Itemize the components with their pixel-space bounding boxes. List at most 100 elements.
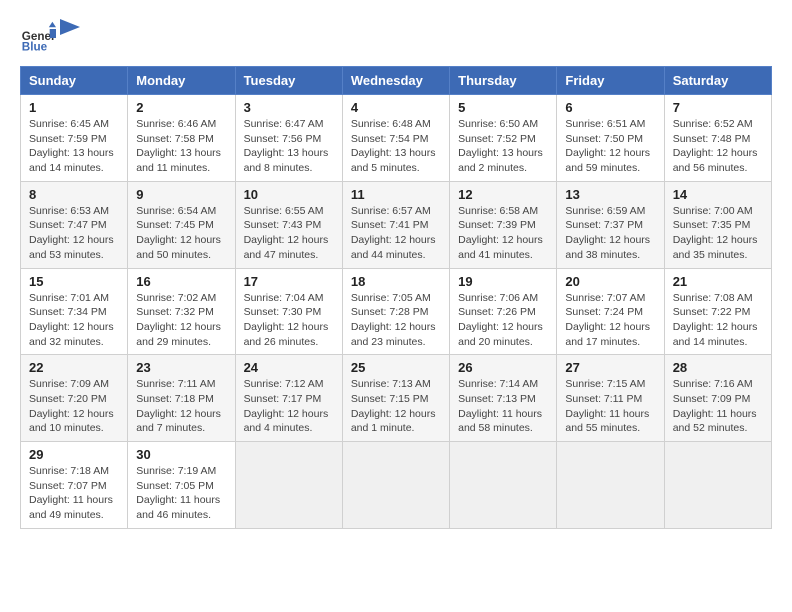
calendar-week-4: 22 Sunrise: 7:09 AM Sunset: 7:20 PM Dayl… [21,355,772,442]
day-number: 16 [136,274,226,289]
day-number: 8 [29,187,119,202]
calendar-cell: 15 Sunrise: 7:01 AM Sunset: 7:34 PM Dayl… [21,268,128,355]
day-info: Sunrise: 6:52 AM Sunset: 7:48 PM Dayligh… [673,117,763,176]
calendar-cell: 21 Sunrise: 7:08 AM Sunset: 7:22 PM Dayl… [664,268,771,355]
day-number: 28 [673,360,763,375]
day-number: 10 [244,187,334,202]
calendar-cell: 8 Sunrise: 6:53 AM Sunset: 7:47 PM Dayli… [21,181,128,268]
day-info: Sunrise: 6:57 AM Sunset: 7:41 PM Dayligh… [351,204,441,263]
calendar-cell: 7 Sunrise: 6:52 AM Sunset: 7:48 PM Dayli… [664,95,771,182]
day-info: Sunrise: 7:19 AM Sunset: 7:05 PM Dayligh… [136,464,226,523]
calendar-cell: 20 Sunrise: 7:07 AM Sunset: 7:24 PM Dayl… [557,268,664,355]
day-number: 25 [351,360,441,375]
day-info: Sunrise: 6:54 AM Sunset: 7:45 PM Dayligh… [136,204,226,263]
calendar-header-tuesday: Tuesday [235,67,342,95]
day-number: 17 [244,274,334,289]
calendar-cell [557,442,664,529]
day-info: Sunrise: 7:18 AM Sunset: 7:07 PM Dayligh… [29,464,119,523]
day-info: Sunrise: 7:16 AM Sunset: 7:09 PM Dayligh… [673,377,763,436]
day-number: 15 [29,274,119,289]
calendar-cell: 2 Sunrise: 6:46 AM Sunset: 7:58 PM Dayli… [128,95,235,182]
day-number: 24 [244,360,334,375]
day-info: Sunrise: 7:11 AM Sunset: 7:18 PM Dayligh… [136,377,226,436]
day-number: 6 [565,100,655,115]
logo: General Blue [20,20,80,56]
calendar-header-row: SundayMondayTuesdayWednesdayThursdayFrid… [21,67,772,95]
day-info: Sunrise: 7:07 AM Sunset: 7:24 PM Dayligh… [565,291,655,350]
calendar-week-1: 1 Sunrise: 6:45 AM Sunset: 7:59 PM Dayli… [21,95,772,182]
day-info: Sunrise: 6:53 AM Sunset: 7:47 PM Dayligh… [29,204,119,263]
day-info: Sunrise: 7:06 AM Sunset: 7:26 PM Dayligh… [458,291,548,350]
day-info: Sunrise: 7:08 AM Sunset: 7:22 PM Dayligh… [673,291,763,350]
page-header: General Blue [20,20,772,56]
calendar-cell: 23 Sunrise: 7:11 AM Sunset: 7:18 PM Dayl… [128,355,235,442]
calendar-cell: 22 Sunrise: 7:09 AM Sunset: 7:20 PM Dayl… [21,355,128,442]
day-number: 1 [29,100,119,115]
day-number: 21 [673,274,763,289]
calendar-cell [342,442,449,529]
calendar-cell: 4 Sunrise: 6:48 AM Sunset: 7:54 PM Dayli… [342,95,449,182]
day-info: Sunrise: 6:50 AM Sunset: 7:52 PM Dayligh… [458,117,548,176]
calendar-header-saturday: Saturday [664,67,771,95]
day-number: 5 [458,100,548,115]
calendar-cell: 25 Sunrise: 7:13 AM Sunset: 7:15 PM Dayl… [342,355,449,442]
calendar-cell [664,442,771,529]
day-info: Sunrise: 7:02 AM Sunset: 7:32 PM Dayligh… [136,291,226,350]
calendar-cell: 19 Sunrise: 7:06 AM Sunset: 7:26 PM Dayl… [450,268,557,355]
day-number: 20 [565,274,655,289]
day-number: 27 [565,360,655,375]
calendar-cell: 5 Sunrise: 6:50 AM Sunset: 7:52 PM Dayli… [450,95,557,182]
calendar-body: 1 Sunrise: 6:45 AM Sunset: 7:59 PM Dayli… [21,95,772,529]
day-info: Sunrise: 7:15 AM Sunset: 7:11 PM Dayligh… [565,377,655,436]
day-number: 23 [136,360,226,375]
day-info: Sunrise: 6:55 AM Sunset: 7:43 PM Dayligh… [244,204,334,263]
calendar-cell: 9 Sunrise: 6:54 AM Sunset: 7:45 PM Dayli… [128,181,235,268]
day-info: Sunrise: 7:04 AM Sunset: 7:30 PM Dayligh… [244,291,334,350]
calendar-header-monday: Monday [128,67,235,95]
calendar-cell: 28 Sunrise: 7:16 AM Sunset: 7:09 PM Dayl… [664,355,771,442]
day-info: Sunrise: 6:45 AM Sunset: 7:59 PM Dayligh… [29,117,119,176]
day-info: Sunrise: 7:09 AM Sunset: 7:20 PM Dayligh… [29,377,119,436]
calendar-header-thursday: Thursday [450,67,557,95]
calendar-week-3: 15 Sunrise: 7:01 AM Sunset: 7:34 PM Dayl… [21,268,772,355]
calendar-header-wednesday: Wednesday [342,67,449,95]
calendar-week-5: 29 Sunrise: 7:18 AM Sunset: 7:07 PM Dayl… [21,442,772,529]
calendar-cell: 24 Sunrise: 7:12 AM Sunset: 7:17 PM Dayl… [235,355,342,442]
day-number: 30 [136,447,226,462]
day-number: 7 [673,100,763,115]
day-number: 12 [458,187,548,202]
svg-text:Blue: Blue [22,41,48,54]
calendar-cell: 13 Sunrise: 6:59 AM Sunset: 7:37 PM Dayl… [557,181,664,268]
day-info: Sunrise: 6:47 AM Sunset: 7:56 PM Dayligh… [244,117,334,176]
day-info: Sunrise: 7:12 AM Sunset: 7:17 PM Dayligh… [244,377,334,436]
day-number: 11 [351,187,441,202]
day-number: 26 [458,360,548,375]
day-info: Sunrise: 6:46 AM Sunset: 7:58 PM Dayligh… [136,117,226,176]
day-number: 9 [136,187,226,202]
calendar-cell: 1 Sunrise: 6:45 AM Sunset: 7:59 PM Dayli… [21,95,128,182]
day-info: Sunrise: 7:05 AM Sunset: 7:28 PM Dayligh… [351,291,441,350]
day-info: Sunrise: 7:00 AM Sunset: 7:35 PM Dayligh… [673,204,763,263]
day-info: Sunrise: 6:51 AM Sunset: 7:50 PM Dayligh… [565,117,655,176]
calendar-cell: 27 Sunrise: 7:15 AM Sunset: 7:11 PM Dayl… [557,355,664,442]
day-info: Sunrise: 6:59 AM Sunset: 7:37 PM Dayligh… [565,204,655,263]
day-number: 14 [673,187,763,202]
calendar-cell: 30 Sunrise: 7:19 AM Sunset: 7:05 PM Dayl… [128,442,235,529]
calendar-week-2: 8 Sunrise: 6:53 AM Sunset: 7:47 PM Dayli… [21,181,772,268]
calendar-cell: 26 Sunrise: 7:14 AM Sunset: 7:13 PM Dayl… [450,355,557,442]
calendar-cell [450,442,557,529]
calendar-cell: 11 Sunrise: 6:57 AM Sunset: 7:41 PM Dayl… [342,181,449,268]
logo-icon: General Blue [20,20,56,56]
day-info: Sunrise: 7:01 AM Sunset: 7:34 PM Dayligh… [29,291,119,350]
calendar-cell: 12 Sunrise: 6:58 AM Sunset: 7:39 PM Dayl… [450,181,557,268]
day-number: 29 [29,447,119,462]
day-info: Sunrise: 7:13 AM Sunset: 7:15 PM Dayligh… [351,377,441,436]
day-number: 13 [565,187,655,202]
calendar-cell: 14 Sunrise: 7:00 AM Sunset: 7:35 PM Dayl… [664,181,771,268]
calendar-cell: 3 Sunrise: 6:47 AM Sunset: 7:56 PM Dayli… [235,95,342,182]
calendar-header-sunday: Sunday [21,67,128,95]
calendar-table: SundayMondayTuesdayWednesdayThursdayFrid… [20,66,772,529]
day-number: 4 [351,100,441,115]
day-number: 2 [136,100,226,115]
day-number: 22 [29,360,119,375]
